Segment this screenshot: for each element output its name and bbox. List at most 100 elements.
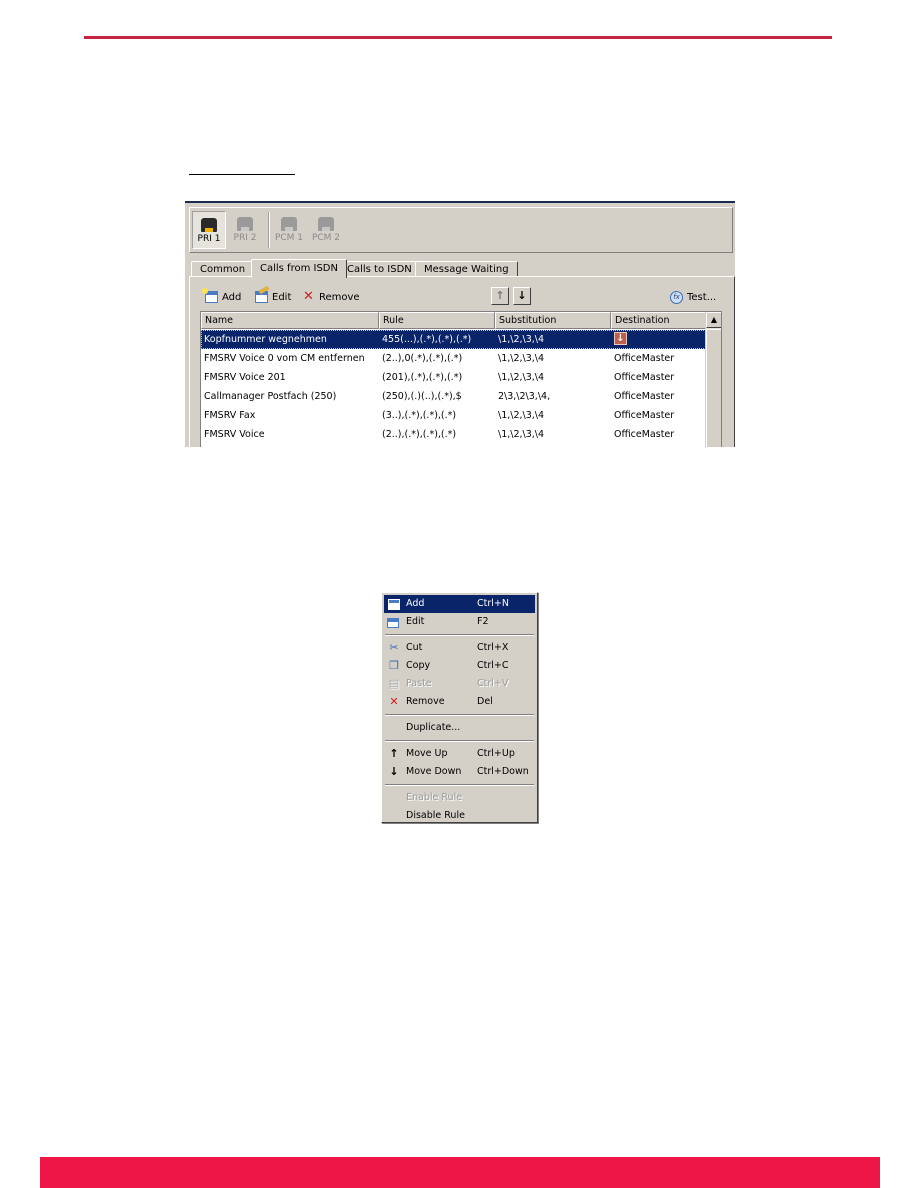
footer-bar [40,1157,880,1188]
scroll-up-arrow-icon[interactable]: ▲ [706,312,721,328]
rj45-port-icon [281,217,297,231]
menu-item-shortcut: Ctrl+Down [477,766,529,777]
menu-item-shortcut: F2 [477,616,489,627]
menu-item-paste: ▤ Paste Ctrl+V [384,675,535,693]
menu-item-label: Add [406,598,425,609]
tab-strip: Common Calls from ISDN Calls to ISDN Mes… [189,259,729,278]
cell-destination: OfficeMaster [614,353,675,364]
cell-rule: (2..),(.*),(.*),(.*) [382,429,457,440]
menu-item-shortcut: Ctrl+N [477,598,509,609]
port-label: PCM 1 [274,233,304,243]
cell-rule: (250),(.)(..),(.*),$ [382,391,462,402]
rules-table: Name Rule Substitution Destination Kopfn… [200,311,722,447]
menu-item-edit[interactable]: Edit F2 [384,613,535,631]
remove-x-icon: ✕ [303,289,314,304]
menu-separator [384,781,535,789]
menu-item-shortcut: Ctrl+C [477,660,509,671]
column-header-rule[interactable]: Rule [379,312,495,329]
table-row[interactable]: FMSRV Voice 201 (201),(.*),(.*),(.*) \1,… [201,368,706,387]
port-label: PCM 2 [311,233,341,243]
edit-label: Edit [272,291,292,303]
cell-name: Callmanager Postfach (250) [204,391,337,402]
table-body: Kopfnummer wegnehmen 455(...),(.*),(.*),… [201,330,706,444]
add-button[interactable]: Add [202,288,242,305]
rj45-port-icon [201,218,217,232]
menu-item-copy[interactable]: ❐ Copy Ctrl+C [384,657,535,675]
menu-item-label: Disable Rule [406,810,465,821]
down-arrow-icon: ↓ [614,332,627,345]
cell-name: FMSRV Voice 201 [204,372,286,383]
port-button-pri1[interactable]: PRI 1 [192,211,226,249]
cell-destination: OfficeMaster [614,410,675,421]
menu-item-label: Duplicate... [406,722,461,733]
menu-item-label: Move Down [406,766,462,777]
cell-rule: (3..),(.*),(.*),(.*) [382,410,457,421]
arrow-up-icon: ↑ [389,747,399,760]
menu-item-cut[interactable]: ✂ Cut Ctrl+X [384,639,535,657]
edit-button[interactable]: Edit [255,289,291,305]
cell-substitution: \1,\2,\3,\4 [498,410,545,421]
cell-rule: 455(...),(.*),(.*),(.*) [382,334,472,345]
move-down-button[interactable]: ↓ [513,287,531,305]
table-row[interactable]: Callmanager Postfach (250) (250),(.)(..)… [201,387,706,406]
cell-name: FMSRV Voice [204,429,265,440]
port-separator [268,212,270,248]
edit-icon [387,618,399,628]
tab-calls-from-isdn[interactable]: Calls from ISDN [251,259,347,278]
rj45-port-icon [318,217,334,231]
tab-calls-to-isdn[interactable]: Calls to ISDN [338,261,421,277]
menu-separator [384,737,535,745]
port-button-pri2[interactable]: PRI 2 [228,211,262,249]
add-label: Add [222,291,242,303]
menu-separator [384,631,535,639]
table-row[interactable]: FMSRV Voice (2..),(.*),(.*),(.*) \1,\2,\… [201,425,706,444]
cell-rule: (2..),0(.*),(.*),(.*) [382,353,463,364]
section-heading-underline [189,174,295,175]
cell-substitution: \1,\2,\3,\4 [498,372,545,383]
rules-toolbar: Add Edit ✕ Remove ↑ ↓ fx Test... [197,287,722,307]
new-item-icon [388,599,400,610]
menu-item-shortcut: Del [477,696,493,707]
move-up-button[interactable]: ↑ [491,287,509,305]
menu-item-label: Cut [406,642,423,653]
menu-item-shortcut: Ctrl+V [477,678,509,689]
cell-substitution: \1,\2,\3,\4 [498,429,545,440]
test-label: Test... [687,291,717,303]
table-row[interactable]: FMSRV Voice 0 vom CM entfernen (2..),0(.… [201,349,706,368]
tab-message-waiting[interactable]: Message Waiting [415,261,518,277]
scrollbar-thumb[interactable] [706,329,721,447]
port-label: PRI 1 [197,234,221,244]
remove-x-icon: ✕ [389,695,399,708]
header-rule [84,36,832,39]
cell-destination: ↓ [611,330,706,349]
table-row[interactable]: Kopfnummer wegnehmen 455(...),(.*),(.*),… [201,330,706,349]
tab-common[interactable]: Common [191,261,255,277]
remove-label: Remove [319,291,360,303]
copy-icon: ❐ [389,659,399,672]
remove-button[interactable]: ✕ Remove [302,289,360,305]
menu-item-remove[interactable]: ✕ Remove Del [384,693,535,711]
menu-item-label: Copy [406,660,431,671]
cell-name: FMSRV Fax [204,410,256,421]
menu-item-add[interactable]: Add Ctrl+N [384,595,535,613]
cell-name: Kopfnummer wegnehmen [204,334,327,345]
vertical-scrollbar[interactable]: ▲ [705,312,721,447]
column-header-destination[interactable]: Destination [611,312,706,329]
menu-item-duplicate[interactable]: Duplicate... [384,719,535,737]
menu-item-move-down[interactable]: ↓ Move Down Ctrl+Down [384,763,535,781]
edit-icon [255,291,268,303]
menu-item-disable-rule[interactable]: Disable Rule [384,807,535,825]
table-row[interactable]: FMSRV Fax (3..),(.*),(.*),(.*) \1,\2,\3,… [201,406,706,425]
cell-destination: OfficeMaster [614,391,675,402]
cell-rule: (201),(.*),(.*),(.*) [382,372,463,383]
test-button[interactable]: fx Test... [670,289,716,305]
menu-item-label: Edit [406,616,425,627]
paste-icon: ▤ [388,677,400,690]
column-header-name[interactable]: Name [201,312,379,329]
port-button-pcm1[interactable]: PCM 1 [272,211,306,249]
isdn-rules-dialog: PRI 1 PRI 2 PCM 1 PCM 2 Common Calls fro… [185,201,735,447]
menu-item-move-up[interactable]: ↑ Move Up Ctrl+Up [384,745,535,763]
port-button-pcm2[interactable]: PCM 2 [309,211,343,249]
column-header-substitution[interactable]: Substitution [495,312,611,329]
menu-item-label: Paste [406,678,432,689]
